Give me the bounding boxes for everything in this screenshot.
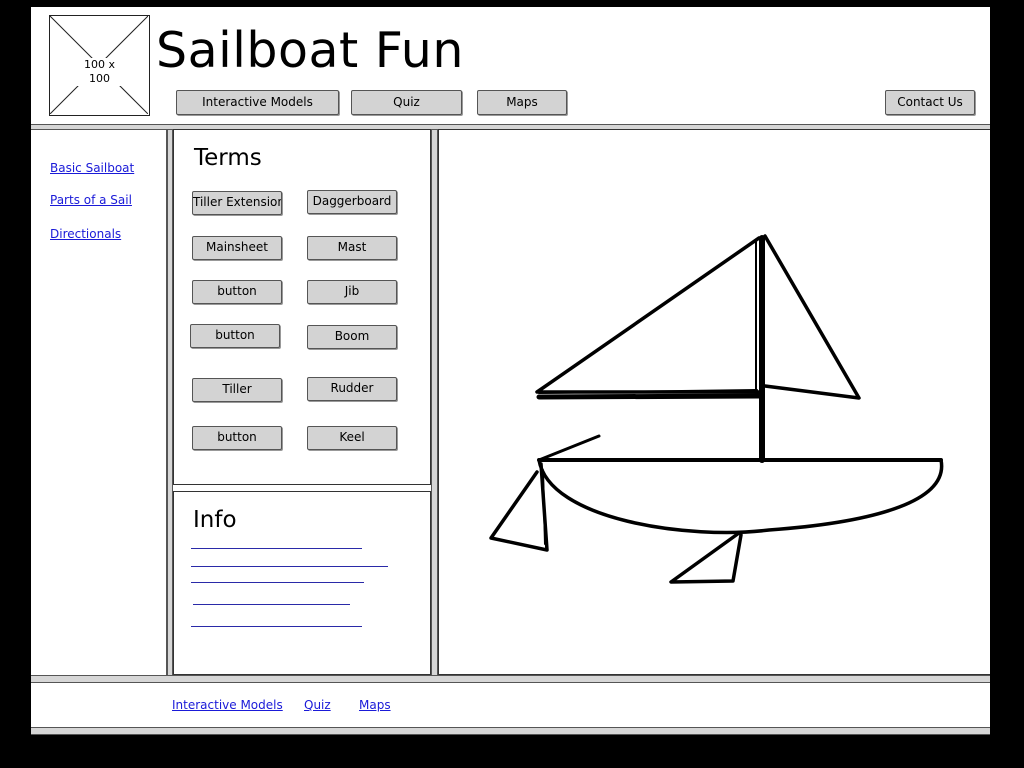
nav-interactive-models-label: Interactive Models — [202, 95, 313, 109]
contact-us-button[interactable]: Contact Us — [885, 90, 975, 115]
term-button-3[interactable]: button — [192, 426, 282, 450]
sidebar-link-basic-sailboat[interactable]: Basic Sailboat — [50, 161, 134, 175]
info-heading: Info — [193, 507, 237, 533]
term-boom-button[interactable]: Boom — [307, 325, 397, 349]
info-panel: Info — [173, 491, 431, 675]
term-button-2[interactable]: button — [190, 324, 280, 348]
nav-maps-label: Maps — [506, 95, 538, 109]
info-text-line — [191, 566, 388, 567]
info-text-line — [191, 582, 364, 583]
term-daggerboard-button[interactable]: Daggerboard — [307, 190, 397, 214]
content-divider — [431, 130, 438, 675]
footer-link-quiz[interactable]: Quiz — [304, 698, 331, 712]
footer: Interactive Models Quiz Maps — [31, 683, 990, 727]
footer-bottom-bar — [31, 727, 990, 735]
term-keel-button[interactable]: Keel — [307, 426, 397, 450]
info-text-line — [191, 626, 362, 627]
info-text-line — [193, 604, 350, 605]
term-tiller-button[interactable]: Tiller — [192, 378, 282, 402]
logo-placeholder-label: 100 x 100 — [72, 58, 127, 86]
sidebar: Basic Sailboat Parts of a Sail Direction… — [31, 130, 167, 675]
keel-shape — [669, 531, 743, 584]
nav-maps-button[interactable]: Maps — [477, 90, 567, 115]
term-button-1[interactable]: button — [192, 280, 282, 304]
term-mainsheet-button[interactable]: Mainsheet — [192, 236, 282, 260]
footer-link-interactive-models[interactable]: Interactive Models — [172, 698, 283, 712]
contact-us-label: Contact Us — [897, 95, 963, 109]
site-title: Sailboat Fun — [156, 22, 464, 79]
rudder-shape — [489, 462, 549, 552]
terms-panel: Terms Tiller Extension Daggerboard Mains… — [173, 129, 431, 485]
nav-quiz-button[interactable]: Quiz — [351, 90, 462, 115]
nav-interactive-models-button[interactable]: Interactive Models — [176, 90, 339, 115]
logo-placeholder: 100 x 100 — [49, 15, 150, 116]
footer-divider — [31, 675, 990, 683]
term-rudder-button[interactable]: Rudder — [307, 377, 397, 401]
sailboat-canvas — [438, 129, 990, 675]
nav-quiz-label: Quiz — [393, 95, 420, 109]
boom-line — [536, 393, 762, 400]
sidebar-link-parts-of-a-sail[interactable]: Parts of a Sail — [50, 193, 132, 207]
term-tiller-extension-button[interactable]: Tiller Extension — [192, 191, 282, 215]
sailboat-drawing — [489, 234, 944, 584]
jib-shape — [763, 234, 861, 400]
hull-shape — [537, 458, 944, 535]
term-mast-button[interactable]: Mast — [307, 236, 397, 260]
info-text-line — [191, 548, 362, 549]
tiller-line — [537, 434, 601, 462]
terms-heading: Terms — [194, 145, 262, 171]
sidebar-link-directionals[interactable]: Directionals — [50, 227, 121, 241]
page: 100 x 100 Sailboat Fun Interactive Model… — [31, 7, 990, 735]
footer-link-maps[interactable]: Maps — [359, 698, 391, 712]
mainsail-shape — [535, 236, 761, 394]
term-jib-button[interactable]: Jib — [307, 280, 397, 304]
